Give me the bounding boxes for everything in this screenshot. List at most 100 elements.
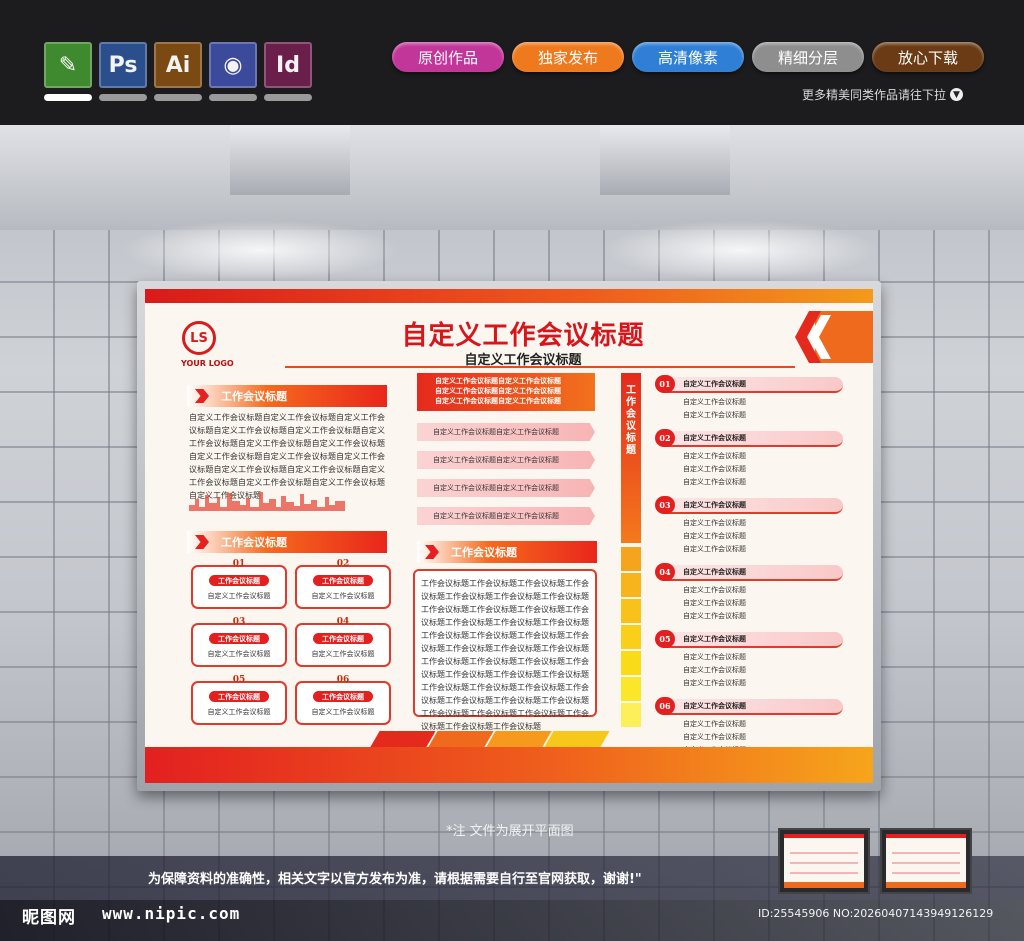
card-text: 自定义工作会议标题 (311, 708, 375, 716)
right-item-sub: 自定义工作会议标题 (683, 720, 746, 728)
right-item-sub: 自定义工作会议标题 (683, 612, 746, 620)
left-section-1-title: 工作会议标题 (187, 385, 387, 407)
numbered-card: 03 工作会议标题 自定义工作会议标题 (191, 617, 287, 667)
card-tag: 工作会议标题 (209, 691, 269, 702)
highlight-line: 自定义工作会议标题自定义工作会议标题 (435, 377, 561, 385)
right-item-sub: 自定义工作会议标题 (683, 599, 746, 607)
vertical-bar-segment (621, 547, 641, 571)
numbered-card: 05 工作会议标题 自定义工作会议标题 (191, 675, 287, 725)
card-number: 02 (336, 559, 350, 569)
middle-section-title: 工作会议标题 (417, 541, 597, 563)
card-text: 自定义工作会议标题 (311, 650, 375, 658)
subway-wall-scene: LS YOUR LOGO 自定义工作会议标题 自定义工作会议标题 工作会议标题 … (0, 125, 1024, 941)
logo-letters: LS (190, 330, 208, 346)
board-bottom-stripe (145, 747, 873, 783)
right-item-sub: 自定义工作会议标题 (683, 666, 746, 674)
icon-underline (209, 94, 257, 101)
card-number: 03 (232, 617, 246, 627)
vertical-bar-segment (621, 703, 641, 727)
ceiling-beam (600, 125, 730, 195)
tag-pill[interactable]: 高清像素 (632, 42, 744, 72)
card-tag: 工作会议标题 (209, 575, 269, 586)
vertical-bar-segment (621, 651, 641, 675)
thumbnail-image (886, 834, 966, 888)
right-item-sub: 自定义工作会议标题 (683, 733, 746, 741)
tag-pill[interactable]: 放心下载 (872, 42, 984, 72)
cdr-icon[interactable]: ✎ (44, 42, 92, 88)
bottom-step-band (370, 731, 610, 747)
tag-pill[interactable]: 独家发布 (512, 42, 624, 72)
right-item-sub: 自定义工作会议标题 (683, 398, 746, 406)
tag-pill[interactable]: 原创作品 (392, 42, 504, 72)
card-number: 06 (336, 675, 350, 685)
more-works-text: 更多精美同类作品请往下拉 (802, 88, 947, 102)
right-item-title: 自定义工作会议标题 (683, 702, 746, 710)
right-item-title: 自定义工作会议标题 (683, 434, 746, 442)
band-step (486, 731, 552, 747)
band-step (428, 731, 494, 747)
right-item-header: 05 自定义工作会议标题 (655, 630, 843, 648)
right-item-number: 05 (655, 630, 675, 648)
vertical-title: 工作会议标题 (626, 385, 636, 456)
more-works-link[interactable]: 更多精美同类作品请往下拉 ▼ (802, 86, 964, 103)
ceiling-beam (230, 125, 350, 195)
site-url-link[interactable]: www.nipic.com (102, 904, 240, 923)
right-item-sub: 自定义工作会议标题 (683, 519, 746, 527)
band-step (370, 731, 436, 747)
icon-underline (99, 94, 147, 101)
middle-list-item: 自定义工作会议标题自定义工作会议标题 (417, 451, 595, 469)
billboard-frame: LS YOUR LOGO 自定义工作会议标题 自定义工作会议标题 工作会议标题 … (137, 281, 881, 791)
right-item-sub: 自定义工作会议标题 (683, 545, 746, 553)
vertical-bar-segment (621, 573, 641, 597)
right-item-title: 自定义工作会议标题 (683, 568, 746, 576)
right-item-number: 04 (655, 563, 675, 581)
title-underline (285, 366, 795, 368)
icon-underline (44, 94, 92, 101)
logo-text: YOUR LOGO (181, 359, 234, 368)
right-item-sub: 自定义工作会议标题 (683, 411, 746, 419)
preview-thumbnail[interactable] (880, 828, 972, 894)
card-number: 01 (232, 559, 246, 569)
middle-list-item: 自定义工作会议标题自定义工作会议标题 (417, 479, 595, 497)
right-item-sub: 自定义工作会议标题 (683, 586, 746, 594)
right-item-number: 02 (655, 429, 675, 447)
right-item-header: 04 自定义工作会议标题 (655, 563, 843, 581)
card-text: 自定义工作会议标题 (311, 592, 375, 600)
ps-icon[interactable]: Ps (99, 42, 147, 88)
top-bar: ✎ Ps Ai ◉ Id 原创作品 独家发布 高清像素 精细分层 放心下载 更多精美同类作品请往… (0, 0, 1024, 125)
middle-list-item: 自定义工作会议标题自定义工作会议标题 (417, 507, 595, 525)
board-title: 自定义工作会议标题 (401, 321, 645, 351)
right-item-sub: 自定义工作会议标题 (683, 478, 746, 486)
card-tag: 工作会议标题 (313, 575, 373, 586)
vertical-bar-segment (621, 677, 641, 701)
numbered-card: 01 工作会议标题 自定义工作会议标题 (191, 559, 287, 609)
highlight-line: 自定义工作会议标题自定义工作会议标题 (435, 387, 561, 395)
right-item-sub: 自定义工作会议标题 (683, 465, 746, 473)
card-text: 自定义工作会议标题 (207, 650, 271, 658)
icon-underline (154, 94, 202, 101)
icon-underline (264, 94, 312, 101)
tag-pill[interactable]: 精细分层 (752, 42, 864, 72)
billboard-board: LS YOUR LOGO 自定义工作会议标题 自定义工作会议标题 工作会议标题 … (145, 289, 873, 783)
preview-thumbnail[interactable] (778, 828, 870, 894)
c4d-icon[interactable]: ◉ (209, 42, 257, 88)
right-item-title: 自定义工作会议标题 (683, 635, 746, 643)
highlight-line: 自定义工作会议标题自定义工作会议标题 (435, 397, 561, 405)
logo-icon: LS (182, 321, 216, 355)
highlight-block: 自定义工作会议标题自定义工作会议标题 自定义工作会议标题自定义工作会议标题 自定… (417, 373, 595, 411)
right-item-sub: 自定义工作会议标题 (683, 532, 746, 540)
middle-list-item: 自定义工作会议标题自定义工作会议标题 (417, 423, 595, 441)
site-logo[interactable]: 昵图网 (22, 903, 76, 928)
numbered-card: 02 工作会议标题 自定义工作会议标题 (295, 559, 391, 609)
band-step (544, 731, 610, 747)
card-tag: 工作会议标题 (313, 633, 373, 644)
right-item-sub: 自定义工作会议标题 (683, 679, 746, 687)
right-item-header: 06 自定义工作会议标题 (655, 697, 843, 715)
id-icon[interactable]: Id (264, 42, 312, 88)
ceiling (0, 125, 1024, 230)
ai-icon[interactable]: Ai (154, 42, 202, 88)
right-item-header: 01 自定义工作会议标题 (655, 375, 843, 393)
right-item-sub: 自定义工作会议标题 (683, 653, 746, 661)
numbered-card: 04 工作会议标题 自定义工作会议标题 (295, 617, 391, 667)
right-item-header: 02 自定义工作会议标题 (655, 429, 843, 447)
